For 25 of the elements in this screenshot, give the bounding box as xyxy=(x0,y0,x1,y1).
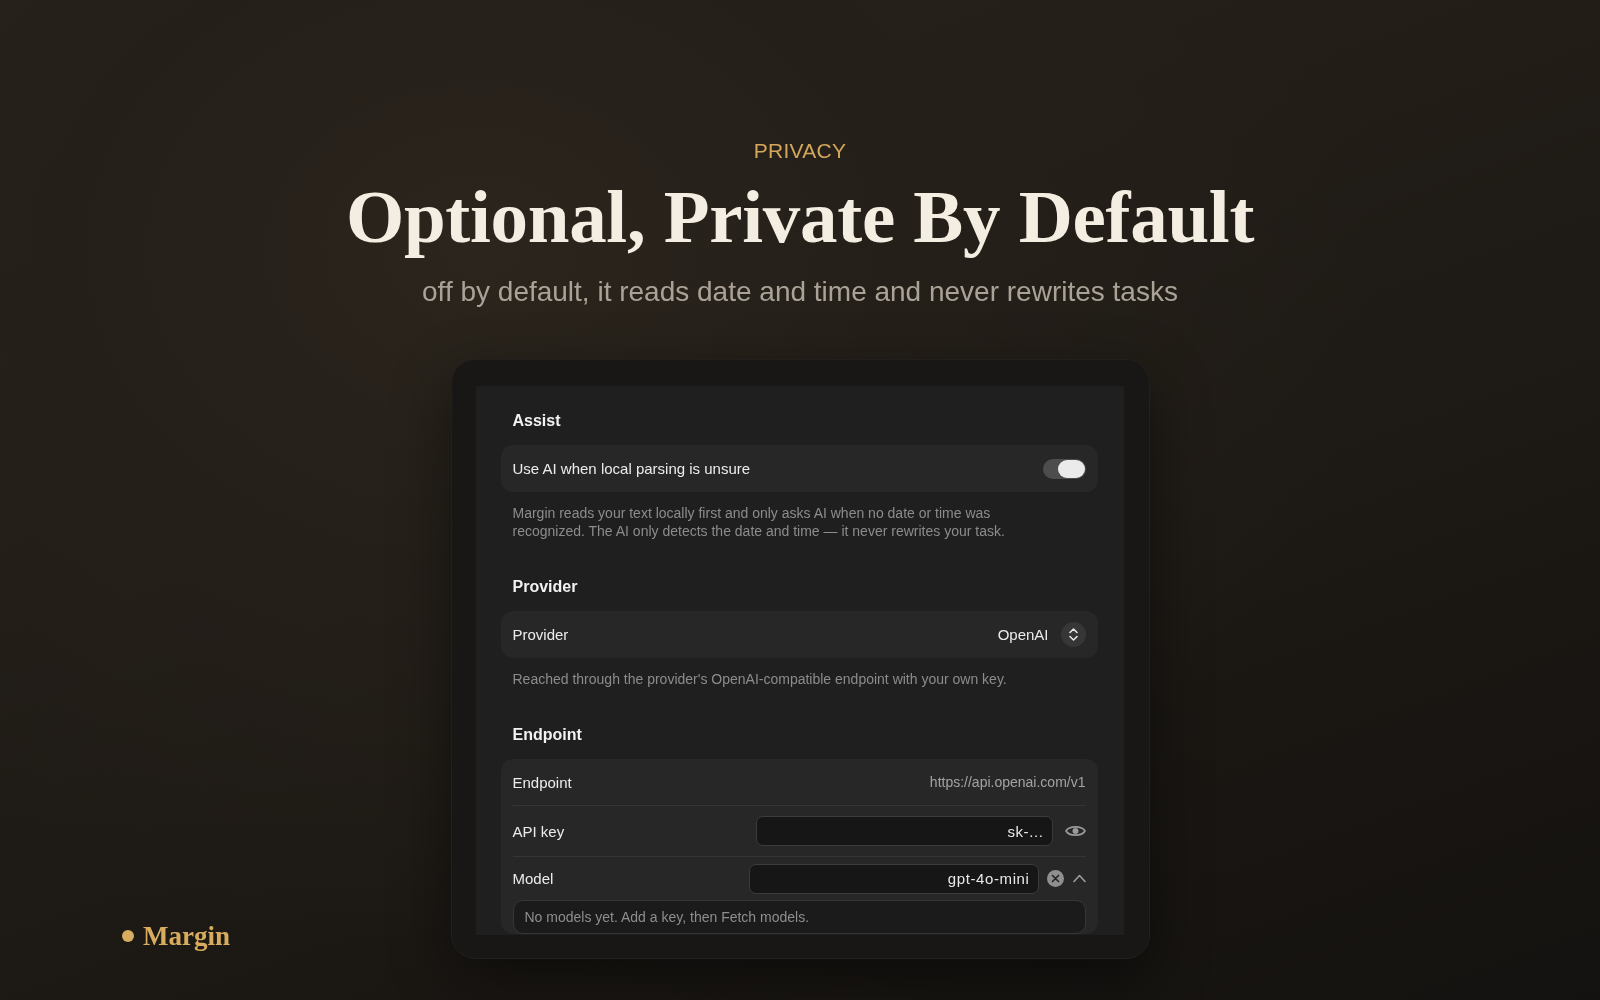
select-button[interactable]: OpenAI xyxy=(997,622,1086,647)
setting-label: Endpoint xyxy=(512,773,572,791)
setting-label: Model xyxy=(512,870,554,887)
setting-label: Provider xyxy=(512,626,569,643)
help-text: Reached through the provider's OpenAI-compatible endpoint with your own key. xyxy=(511,670,1008,688)
clear-icon[interactable] xyxy=(1046,870,1064,887)
brand-name: Margin xyxy=(143,921,230,951)
eye-icon[interactable] xyxy=(1064,824,1086,838)
toggle-switch[interactable] xyxy=(1042,458,1086,479)
setting-label: Use AI when local parsing is unsure xyxy=(512,460,751,477)
section-heading: Provider xyxy=(511,577,579,597)
url-text: https://api.openai.com/v1 xyxy=(929,774,1086,790)
chevron-up-icon[interactable] xyxy=(1072,874,1086,883)
api-key-field[interactable]: sk-... xyxy=(755,816,1053,846)
setting-label: API key xyxy=(512,822,565,840)
model-list-message: No models yet. Add a key, then Fetch models. xyxy=(512,900,1086,934)
model-field[interactable]: gpt-4o-mini xyxy=(748,863,1039,894)
subheadline: off by default, it reads date and time and never rewrites tasks xyxy=(422,276,1178,308)
stepper-icon xyxy=(1060,622,1086,647)
eyebrow-label: PRIVACY xyxy=(753,139,847,163)
help-text: Margin reads your text locally first and only asks AI when no date or time was recognized. The AI only detects the date and time — it never rewrites your task. xyxy=(511,504,1006,540)
section-heading: Endpoint xyxy=(511,725,583,745)
section-heading: Assist xyxy=(511,411,562,431)
headline: Optional, Private By Default xyxy=(345,177,1255,257)
dot-icon xyxy=(122,930,134,942)
